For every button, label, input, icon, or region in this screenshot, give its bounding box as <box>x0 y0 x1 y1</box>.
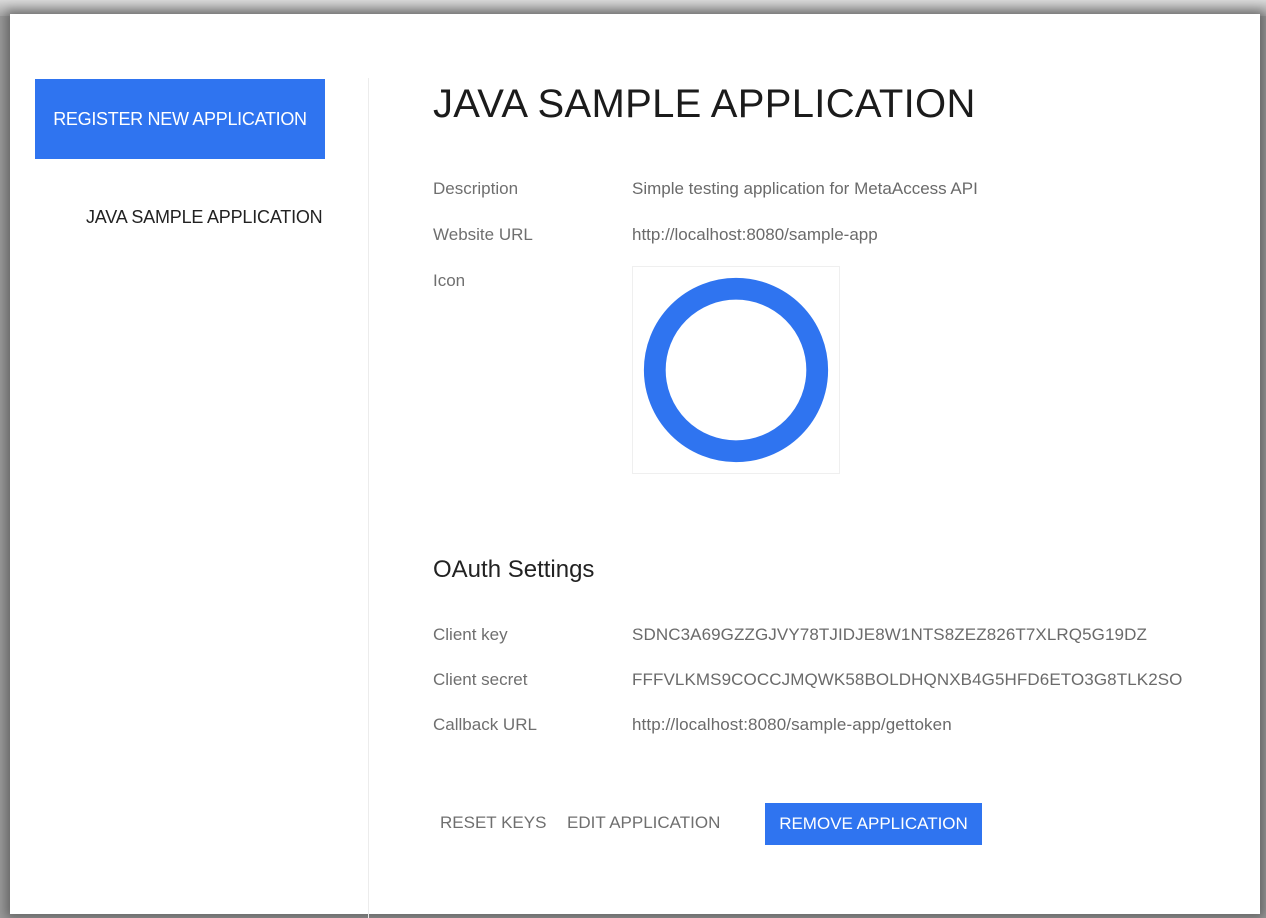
sidebar-item-java-sample-application[interactable]: JAVA SAMPLE APPLICATION <box>86 207 323 228</box>
remove-application-button[interactable]: REMOVE APPLICATION <box>765 803 982 845</box>
register-new-application-button[interactable]: REGISTER NEW APPLICATION <box>35 79 325 159</box>
edit-application-button[interactable]: EDIT APPLICATION <box>567 813 720 833</box>
oauth-settings-title: OAuth Settings <box>433 556 595 583</box>
callback-url-label: Callback URL <box>433 715 537 734</box>
description-value: Simple testing application for MetaAcces… <box>632 179 978 198</box>
client-key-value: SDNC3A69GZZGJVY78TJIDJE8W1NTS8ZEZ826T7XL… <box>632 625 1147 644</box>
client-secret-label: Client secret <box>433 670 528 689</box>
sidebar-divider <box>368 78 369 918</box>
icon-label: Icon <box>433 271 466 290</box>
page-title: JAVA SAMPLE APPLICATION <box>433 82 976 126</box>
reset-keys-button[interactable]: RESET KEYS <box>440 813 546 833</box>
client-key-label: Client key <box>433 625 508 644</box>
client-secret-value: FFFVLKMS9COCCJMQWK58BOLDHQNXB4G5HFD6ETO3… <box>632 670 1183 689</box>
website-url-label: Website URL <box>433 225 533 244</box>
description-label: Description <box>433 179 519 198</box>
website-url-value: http://localhost:8080/sample-app <box>632 225 878 244</box>
callback-url-value: http://localhost:8080/sample-app/gettoke… <box>632 715 952 734</box>
application-icon <box>632 266 840 474</box>
app-logo-icon <box>643 277 829 463</box>
app-window: REGISTER NEW APPLICATION JAVA SAMPLE APP… <box>10 14 1260 918</box>
